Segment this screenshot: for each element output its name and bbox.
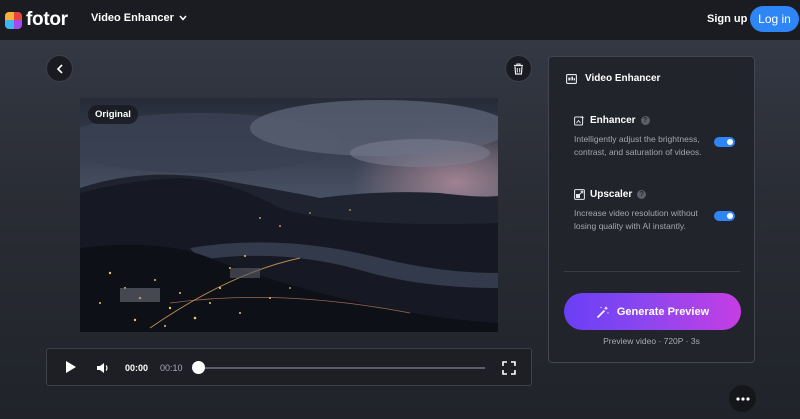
more-options-button[interactable]	[729, 385, 756, 412]
panel-divider	[564, 271, 740, 272]
video-enhancer-icon	[566, 73, 577, 84]
current-time: 00:00	[125, 363, 149, 373]
video-player-controls: 00:00 00:10	[46, 348, 532, 386]
enhancer-feature: Enhancer ? Intelligently adjust the brig…	[574, 115, 744, 158]
upscaler-description: Increase video resolution without losing…	[574, 208, 698, 231]
upscale-icon	[574, 189, 585, 200]
fotor-logo-icon	[5, 11, 22, 29]
panel-title: Video Enhancer	[585, 73, 661, 84]
video-enhancer-menu[interactable]: Video Enhancer	[91, 12, 187, 24]
seek-handle[interactable]	[192, 361, 205, 374]
preview-info: Preview video · 720P · 3s	[603, 336, 700, 346]
fotor-logo[interactable]: fotor	[5, 9, 68, 31]
help-icon[interactable]: ?	[637, 190, 647, 199]
generate-preview-button[interactable]: Generate Preview	[564, 293, 741, 330]
duration: 00:10	[160, 363, 183, 373]
volume-button[interactable]	[96, 361, 110, 379]
editor-workspace: Original 00:00 00:10 Video Enhancer Enha…	[0, 40, 800, 419]
logo-text: fotor	[26, 9, 68, 30]
magic-wand-icon	[596, 305, 609, 318]
chevron-left-icon	[56, 63, 63, 74]
delete-button[interactable]	[505, 55, 532, 82]
upscaler-header: Upscaler ?	[574, 189, 744, 200]
sign-up-link[interactable]: Sign up	[707, 13, 747, 25]
video-frame-landscape	[80, 98, 498, 332]
enhancer-header: Enhancer ?	[574, 115, 744, 126]
more-horizontal-icon	[735, 396, 750, 401]
play-button[interactable]	[65, 360, 77, 379]
log-in-button[interactable]: Log in	[750, 6, 799, 32]
original-badge: Original	[88, 105, 138, 124]
enhancer-settings-panel: Video Enhancer Enhancer ? Intelligently …	[548, 56, 755, 363]
upscaler-toggle[interactable]	[714, 211, 735, 221]
seek-bar[interactable]	[199, 367, 485, 369]
generate-preview-label: Generate Preview	[616, 305, 710, 318]
upscaler-feature: Upscaler ? Increase video resolution wit…	[574, 189, 744, 232]
help-icon[interactable]: ?	[640, 116, 650, 125]
back-button[interactable]	[46, 55, 73, 82]
upscaler-label: Upscaler	[590, 189, 633, 200]
fullscreen-icon	[502, 361, 516, 375]
top-navigation-bar: fotor Video Enhancer Sign up Log in	[0, 0, 800, 40]
sparkle-enhance-icon	[574, 115, 585, 126]
volume-icon	[97, 363, 108, 373]
fullscreen-button[interactable]	[502, 361, 516, 380]
enhancer-toggle[interactable]	[714, 137, 735, 147]
menu-label: Video Enhancer	[91, 12, 174, 24]
chevron-down-icon	[179, 15, 187, 21]
trash-icon	[514, 62, 523, 75]
play-icon	[66, 361, 76, 373]
video-preview[interactable]: Original	[80, 98, 498, 332]
enhancer-description: Intelligently adjust the brightness, con…	[574, 134, 702, 157]
enhancer-label: Enhancer	[590, 115, 636, 126]
panel-header: Video Enhancer	[566, 73, 660, 84]
